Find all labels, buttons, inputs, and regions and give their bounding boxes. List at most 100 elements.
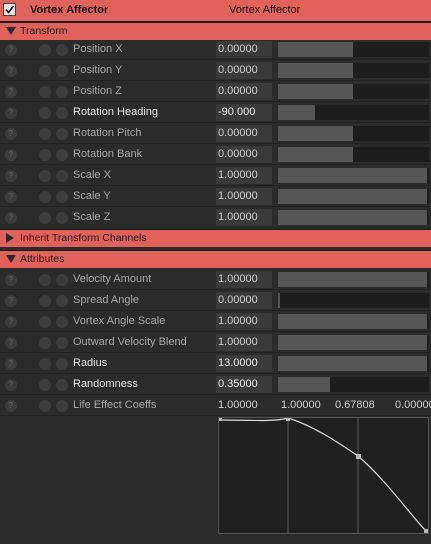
link-toggle-icon[interactable]	[56, 316, 68, 328]
link-toggle-icon[interactable]	[56, 128, 68, 140]
link-toggle-icon[interactable]	[56, 400, 68, 412]
help-icon[interactable]: ?	[5, 379, 17, 391]
value-input[interactable]: 0.00000	[216, 146, 272, 163]
value-input[interactable]: 1.00000	[216, 209, 272, 226]
slider-fill	[278, 314, 427, 329]
help-icon[interactable]: ?	[5, 295, 17, 307]
value-input[interactable]: 0.00000	[216, 62, 272, 79]
animate-toggle-icon[interactable]	[39, 274, 51, 286]
animate-toggle-icon[interactable]	[39, 128, 51, 140]
value-input[interactable]: 0.00000	[216, 292, 272, 309]
slider-fill	[278, 189, 427, 204]
help-icon[interactable]: ?	[5, 44, 17, 56]
help-icon[interactable]: ?	[5, 128, 17, 140]
param-label: Spread Angle	[73, 294, 140, 306]
link-toggle-icon[interactable]	[56, 379, 68, 391]
link-toggle-icon[interactable]	[56, 44, 68, 56]
param-row-randomness: ? Randomness 0.35000	[0, 375, 431, 395]
help-icon[interactable]: ?	[5, 400, 17, 412]
value-slider[interactable]	[278, 314, 429, 329]
link-toggle-icon[interactable]	[56, 86, 68, 98]
coeff-value-4[interactable]: 0.00000	[395, 399, 431, 411]
value-input[interactable]: 0.00000	[216, 125, 272, 142]
help-icon[interactable]: ?	[5, 191, 17, 203]
help-icon[interactable]: ?	[5, 358, 17, 370]
help-icon[interactable]: ?	[5, 337, 17, 349]
enable-checkbox[interactable]	[3, 3, 16, 16]
param-row-spread-angle: ? Spread Angle 0.00000	[0, 291, 431, 311]
value-input[interactable]: 13.0000	[216, 355, 272, 372]
link-toggle-icon[interactable]	[56, 170, 68, 182]
life-effect-curve-editor[interactable]	[218, 417, 429, 534]
animate-toggle-icon[interactable]	[39, 86, 51, 98]
value-input[interactable]: 1.00000	[216, 188, 272, 205]
coeff-value-2[interactable]: 1.00000	[281, 399, 321, 411]
value-slider[interactable]	[278, 293, 429, 308]
value-slider[interactable]	[278, 168, 429, 183]
section-inherit-transform[interactable]: Inherit Transform Channels	[0, 229, 431, 247]
animate-toggle-icon[interactable]	[39, 400, 51, 412]
animate-toggle-icon[interactable]	[39, 107, 51, 119]
value-input[interactable]: -90.000	[216, 104, 272, 121]
curve-keyframe[interactable]	[218, 417, 222, 421]
section-transform[interactable]: Transform	[0, 22, 431, 40]
value-input[interactable]: 1.00000	[216, 167, 272, 184]
value-slider[interactable]	[278, 210, 429, 225]
help-icon[interactable]: ?	[5, 86, 17, 98]
value-input[interactable]: 0.00000	[216, 83, 272, 100]
value-slider[interactable]	[278, 147, 429, 162]
link-toggle-icon[interactable]	[56, 295, 68, 307]
value-input[interactable]: 1.00000	[216, 271, 272, 288]
link-toggle-icon[interactable]	[56, 358, 68, 370]
curve-graph[interactable]	[218, 417, 428, 533]
slider-fill	[278, 84, 353, 99]
help-icon[interactable]: ?	[5, 65, 17, 77]
value-slider[interactable]	[278, 272, 429, 287]
value-input[interactable]: 1.00000	[216, 313, 272, 330]
animate-toggle-icon[interactable]	[39, 337, 51, 349]
link-toggle-icon[interactable]	[56, 65, 68, 77]
value-slider[interactable]	[278, 356, 429, 371]
help-icon[interactable]: ?	[5, 170, 17, 182]
help-icon[interactable]: ?	[5, 149, 17, 161]
coeff-value-1[interactable]: 1.00000	[218, 399, 258, 411]
value-slider[interactable]	[278, 105, 429, 120]
value-slider[interactable]	[278, 335, 429, 350]
slider-fill	[278, 105, 315, 120]
link-toggle-icon[interactable]	[56, 191, 68, 203]
animate-toggle-icon[interactable]	[39, 316, 51, 328]
value-slider[interactable]	[278, 84, 429, 99]
animate-toggle-icon[interactable]	[39, 149, 51, 161]
animate-toggle-icon[interactable]	[39, 170, 51, 182]
value-slider[interactable]	[278, 42, 429, 57]
link-toggle-icon[interactable]	[56, 107, 68, 119]
value-input[interactable]: 1.00000	[216, 334, 272, 351]
value-slider[interactable]	[278, 63, 429, 78]
animate-toggle-icon[interactable]	[39, 65, 51, 77]
value-input[interactable]: 0.35000	[216, 376, 272, 393]
help-icon[interactable]: ?	[5, 274, 17, 286]
value-slider[interactable]	[278, 189, 429, 204]
animate-toggle-icon[interactable]	[39, 212, 51, 224]
curve-keyframe[interactable]	[356, 454, 361, 459]
help-icon[interactable]: ?	[5, 316, 17, 328]
animate-toggle-icon[interactable]	[39, 191, 51, 203]
help-icon[interactable]: ?	[5, 212, 17, 224]
link-toggle-icon[interactable]	[56, 274, 68, 286]
section-attributes[interactable]: Attributes	[0, 250, 431, 268]
link-toggle-icon[interactable]	[56, 337, 68, 349]
animate-toggle-icon[interactable]	[39, 44, 51, 56]
link-toggle-icon[interactable]	[56, 212, 68, 224]
value-slider[interactable]	[278, 377, 429, 392]
animate-toggle-icon[interactable]	[39, 295, 51, 307]
node-header: Vortex Affector Vortex Affector	[0, 0, 431, 22]
link-toggle-icon[interactable]	[56, 149, 68, 161]
value-input[interactable]: 0.00000	[216, 41, 272, 58]
animate-toggle-icon[interactable]	[39, 358, 51, 370]
animate-toggle-icon[interactable]	[39, 379, 51, 391]
value-slider[interactable]	[278, 126, 429, 141]
curve-keyframe[interactable]	[424, 529, 428, 533]
help-icon[interactable]: ?	[5, 107, 17, 119]
coeff-value-3[interactable]: 0.67808	[335, 399, 375, 411]
curve-keyframe[interactable]	[286, 417, 290, 421]
